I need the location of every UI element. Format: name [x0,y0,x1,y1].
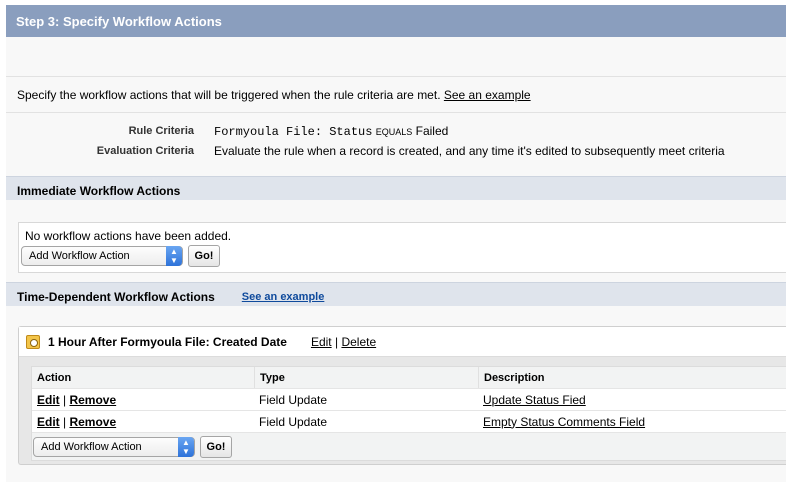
rule-field: Formyoula File: Status [214,124,373,139]
time-dependent-add-controls: Add Workflow Action ▲ ▼ Go! [32,433,786,460]
header-spacer [6,37,786,77]
rule-criteria-value: Formyoula File: Status EQUALS Failed [214,124,448,139]
immediate-actions-box: No workflow actions have been added. Add… [18,222,786,273]
time-dependent-section-header: Time-Dependent Workflow Actions See an e… [6,282,786,306]
remove-action-link[interactable]: Remove [69,393,116,407]
time-trigger-box: 1 Hour After Formyoula File: Created Dat… [18,326,786,465]
immediate-section-header: Immediate Workflow Actions [6,176,786,200]
workflow-actions-page: Step 3: Specify Workflow Actions Specify… [6,5,786,482]
time-dependent-see-example-link[interactable]: See an example [242,291,325,303]
rule-operator: EQUALS [375,126,413,137]
table-header-row: Action Type Description [32,367,786,389]
criteria-panel: Rule Criteria Formyoula File: Status EQU… [6,113,786,176]
see-example-link[interactable]: See an example [444,88,531,102]
go-button[interactable]: Go! [188,245,220,267]
clock-icon [26,334,40,349]
add-workflow-action-select[interactable]: Add Workflow Action ▲ ▼ [33,436,195,457]
row-description: Update Status Fied [478,389,786,410]
chevron-updown-icon: ▲ ▼ [166,246,182,266]
delete-trigger-link[interactable]: Delete [341,335,376,349]
row-actions: Edit | Remove [37,392,117,407]
immediate-add-controls: Add Workflow Action ▲ ▼ Go! [19,245,786,267]
rule-value: Failed [415,123,449,138]
no-actions-message: No workflow actions have been added. [25,229,232,243]
rule-criteria-row: Rule Criteria Formyoula File: Status EQU… [6,121,786,141]
evaluation-criteria-label: Evaluation Criteria [96,145,194,157]
remove-action-link[interactable]: Remove [69,415,116,429]
evaluation-criteria-value: Evaluate the rule when a record is creat… [214,144,725,158]
intro-description: Specify the workflow actions that will b… [17,88,441,102]
step-title: Step 3: Specify Workflow Actions [16,14,222,29]
edit-action-link[interactable]: Edit [37,393,60,407]
row-type: Field Update [259,414,328,429]
row-description: Empty Status Comments Field [478,411,786,432]
immediate-section-title: Immediate Workflow Actions [17,184,181,198]
add-workflow-action-select[interactable]: Add Workflow Action ▲ ▼ [21,246,183,266]
table-row: Edit | Remove Field Update Empty Status … [32,411,786,433]
time-dependent-section-title: Time-Dependent Workflow Actions [17,290,215,304]
chevron-updown-icon: ▲ ▼ [178,436,194,457]
rule-criteria-label: Rule Criteria [128,125,194,137]
intro-text: Specify the workflow actions that will b… [6,77,786,113]
column-header-description: Description [478,367,786,388]
evaluation-criteria-row: Evaluation Criteria Evaluate the rule wh… [6,141,786,161]
select-value: Add Workflow Action [29,250,130,262]
description-link[interactable]: Empty Status Comments Field [483,415,645,429]
column-header-type: Type [254,367,478,388]
edit-action-link[interactable]: Edit [37,415,60,429]
column-header-action: Action [37,371,72,384]
table-row: Edit | Remove Field Update Update Status… [32,389,786,411]
go-button[interactable]: Go! [200,435,232,458]
description-link[interactable]: Update Status Fied [483,393,586,407]
row-actions: Edit | Remove [37,414,117,429]
select-value: Add Workflow Action [41,440,142,453]
row-type: Field Update [259,392,328,407]
time-trigger-links: Edit | Delete [311,335,376,349]
edit-trigger-link[interactable]: Edit [311,335,332,349]
step-header: Step 3: Specify Workflow Actions [6,5,786,37]
time-trigger-header: 1 Hour After Formyoula File: Created Dat… [19,327,786,357]
actions-table: Action Type Description Edit | Remove Fi… [31,366,786,461]
link-separator: | [334,334,339,349]
time-trigger-title: 1 Hour After Formyoula File: Created Dat… [48,334,287,349]
